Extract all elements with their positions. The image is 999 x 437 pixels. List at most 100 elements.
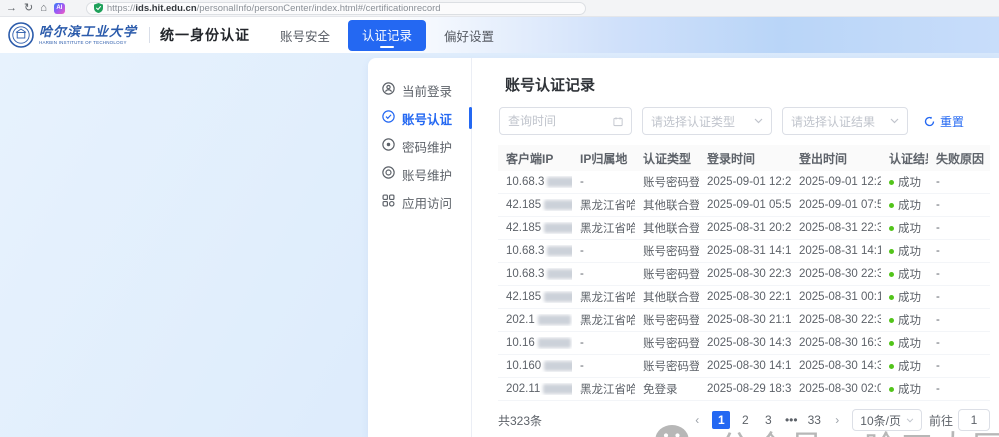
sidebar-item-label: 当前登录 xyxy=(402,81,452,100)
ip-redacted-blur xyxy=(547,177,572,187)
cell-auth-type: 账号密码登录 xyxy=(635,335,699,351)
column-header-登录时间: 登录时间 xyxy=(699,150,791,167)
cell-logout-time: 2025-08-31 22:30:40 xyxy=(791,222,881,234)
ip-redacted-blur xyxy=(538,338,571,348)
date-range-picker[interactable] xyxy=(499,107,632,135)
cell-auth-result: 成功 xyxy=(881,289,928,305)
table-row: 42.185黑龙江省哈...其他联合登录2025-09-01 05:53:462… xyxy=(498,194,990,217)
lock-circle-icon xyxy=(382,138,395,154)
person-center-panel: 当前登录账号认证密码维护账号维护应用访问 账号认证记录 请选择认证类型 xyxy=(368,58,999,437)
tab-label: 账号安全 xyxy=(280,30,330,44)
cell-client-ip: 10.16 xyxy=(498,337,572,349)
cell-login-time: 2025-08-30 14:37:10 xyxy=(699,337,791,349)
ip-prefix: 202.11 xyxy=(506,383,540,395)
cell-auth-result: 成功 xyxy=(881,266,928,282)
table-row: 10.68.3-账号密码登录2025-08-30 22:34:122025-08… xyxy=(498,263,990,286)
column-header-认证类型: 认证类型 xyxy=(635,150,699,167)
sidebar-item-应用访问[interactable]: 应用访问 xyxy=(368,188,471,216)
cell-auth-type: 账号密码登录 xyxy=(635,312,699,328)
column-header-IP归属地: IP归属地 xyxy=(572,150,635,167)
active-tab-underline xyxy=(380,46,394,48)
cell-fail-reason: - xyxy=(928,291,990,303)
sidebar-item-当前登录[interactable]: 当前登录 xyxy=(368,76,471,104)
ip-prefix: 10.16 xyxy=(506,337,535,349)
auth-result-select[interactable]: 请选择认证结果 xyxy=(782,107,908,135)
cell-login-time: 2025-08-31 20:22:12 xyxy=(699,222,791,234)
result-text: 成功 xyxy=(898,200,921,212)
chevron-down-icon xyxy=(890,118,899,124)
cell-client-ip: 10.68.3 xyxy=(498,176,572,188)
address-bar[interactable]: https://ids.hit.edu.cn/personalInfo/pers… xyxy=(86,2,586,15)
result-text: 成功 xyxy=(898,223,921,235)
forward-icon[interactable]: → xyxy=(6,3,17,14)
result-text: 成功 xyxy=(898,292,921,304)
reset-button[interactable]: 重置 xyxy=(924,113,964,130)
ip-prefix: 10.68.3 xyxy=(506,268,544,280)
next-page-button[interactable]: › xyxy=(829,411,845,429)
tab-认证记录[interactable]: 认证记录 xyxy=(348,20,426,51)
calendar-icon xyxy=(613,116,623,127)
extension-icon[interactable]: AI xyxy=(54,3,65,14)
ip-redacted-blur xyxy=(547,246,572,256)
cell-login-time: 2025-08-30 22:11:28 xyxy=(699,291,791,303)
page-size-select[interactable]: 10条/页 xyxy=(852,409,922,431)
cell-login-time: 2025-09-01 05:53:46 xyxy=(699,199,791,211)
goto-page-input[interactable] xyxy=(958,409,990,431)
page-button-•••[interactable]: ••• xyxy=(783,411,799,429)
ip-prefix: 42.185 xyxy=(506,222,541,234)
cell-auth-type: 其他联合登录 xyxy=(635,197,699,213)
date-input[interactable] xyxy=(508,114,613,128)
sidebar-item-密码维护[interactable]: 密码维护 xyxy=(368,132,471,160)
sidebar-item-账号维护[interactable]: 账号维护 xyxy=(368,160,471,188)
page-title: 账号认证记录 xyxy=(505,74,990,95)
result-text: 成功 xyxy=(898,177,921,189)
page-button-1[interactable]: 1 xyxy=(712,411,730,429)
success-dot-icon xyxy=(889,226,894,231)
result-text: 成功 xyxy=(898,315,921,327)
page-button-2[interactable]: 2 xyxy=(737,411,753,429)
cell-fail-reason: - xyxy=(928,199,990,211)
cell-ip-location: - xyxy=(572,268,635,280)
table-row: 202.1黑龙江省哈...账号密码登录2025-08-30 21:16:2720… xyxy=(498,309,990,332)
auth-type-select[interactable]: 请选择认证类型 xyxy=(642,107,772,135)
cell-ip-location: - xyxy=(572,245,635,257)
cell-fail-reason: - xyxy=(928,176,990,188)
tab-账号安全[interactable]: 账号安全 xyxy=(270,20,340,51)
cell-ip-location: 黑龙江省哈... xyxy=(572,220,635,236)
cell-fail-reason: - xyxy=(928,222,990,234)
hit-logo: 哈尔滨工业大学 HARBIN INSTITUTE OF TECHNOLOGY xyxy=(8,22,137,48)
reload-icon[interactable]: ↻ xyxy=(24,3,33,14)
auth-records-table: 客户端IPIP归属地认证类型登录时间登出时间认证结果失败原因 10.68.3-账… xyxy=(498,145,990,401)
cell-ip-location: 黑龙江省哈... xyxy=(572,289,635,305)
table-row: 10.68.3-账号密码登录2025-08-31 14:12:292025-08… xyxy=(498,240,990,263)
sidebar: 当前登录账号认证密码维护账号维护应用访问 xyxy=(368,58,472,437)
page-button-33[interactable]: 33 xyxy=(806,411,822,429)
ip-redacted-blur xyxy=(544,223,572,233)
success-dot-icon xyxy=(889,364,894,369)
cell-logout-time: 2025-09-01 12:28:36 xyxy=(791,176,881,188)
cell-logout-time: 2025-08-30 22:36:10 xyxy=(791,268,881,280)
cell-logout-time: 2025-08-31 14:12:44 xyxy=(791,245,881,257)
success-dot-icon xyxy=(889,203,894,208)
cell-login-time: 2025-08-30 22:34:12 xyxy=(699,268,791,280)
auth-result-placeholder: 请选择认证结果 xyxy=(791,113,875,130)
cell-client-ip: 42.185 xyxy=(498,199,572,211)
page-button-3[interactable]: 3 xyxy=(760,411,776,429)
home-icon[interactable]: ⌂ xyxy=(40,3,47,14)
cell-logout-time: 2025-08-30 22:34:12 xyxy=(791,314,881,326)
browser-toolbar: → ↻ ⌂ AI https://ids.hit.edu.cn/personal… xyxy=(0,0,999,17)
cell-logout-time: 2025-08-31 00:11:48 xyxy=(791,291,881,303)
column-header-登出时间: 登出时间 xyxy=(791,150,881,167)
app-grid-icon xyxy=(382,194,395,210)
cell-logout-time: 2025-08-30 14:37:10 xyxy=(791,360,881,372)
prev-page-button[interactable]: ‹ xyxy=(689,411,705,429)
sidebar-item-账号认证[interactable]: 账号认证 xyxy=(368,104,471,132)
main-content: 账号认证记录 请选择认证类型 xyxy=(472,58,999,437)
tab-偏好设置[interactable]: 偏好设置 xyxy=(434,20,504,51)
ip-redacted-blur xyxy=(547,269,572,279)
reset-label: 重置 xyxy=(940,113,964,130)
security-shield-icon xyxy=(94,3,103,13)
cell-fail-reason: - xyxy=(928,337,990,349)
result-text: 成功 xyxy=(898,384,921,396)
page-size-label: 10条/页 xyxy=(860,412,901,429)
